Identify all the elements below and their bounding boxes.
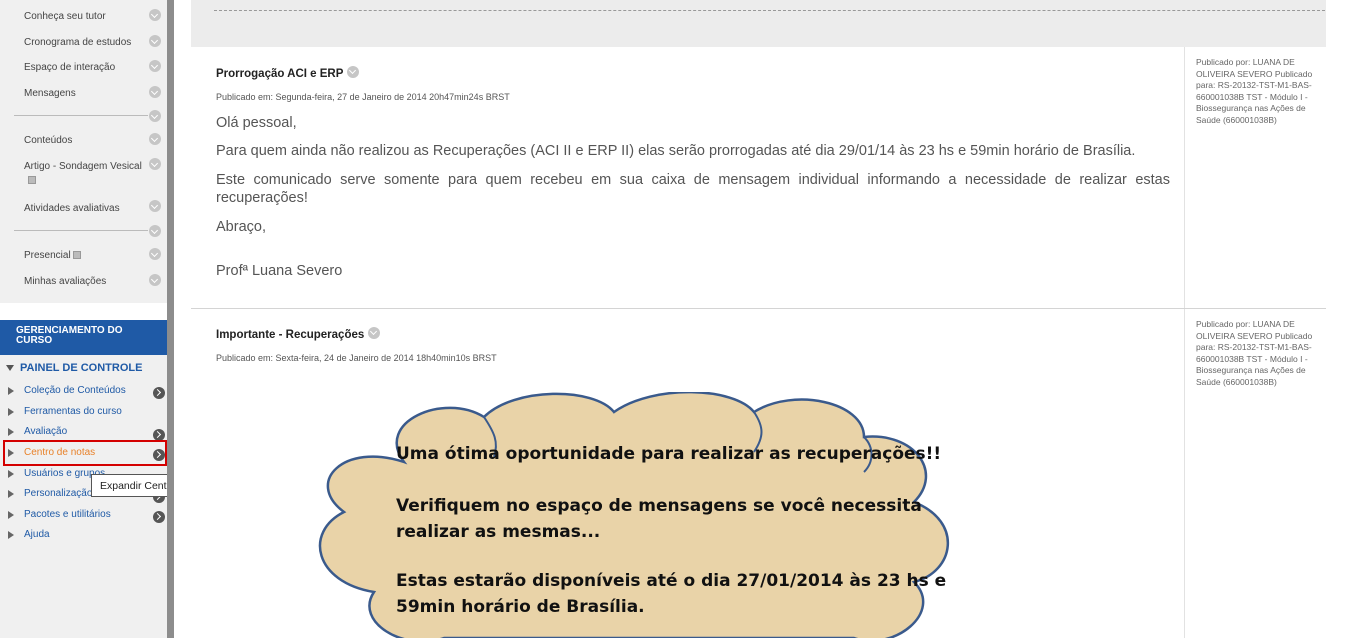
cloud-text-line: realizar as mesmas... <box>396 522 601 542</box>
unavailable-icon <box>28 176 36 184</box>
announcements-area: Prorrogação ACI e ERP Publicado em: Segu… <box>174 0 1350 638</box>
caret-right-icon[interactable] <box>8 511 14 519</box>
expand-arrow-icon[interactable] <box>153 387 165 399</box>
cp-item-colecao[interactable]: Coleção de Conteúdos <box>24 385 126 396</box>
menu-divider <box>14 230 148 231</box>
chevron-down-icon[interactable] <box>149 158 161 170</box>
cp-item-pacotes[interactable]: Pacotes e utilitários <box>24 509 111 520</box>
caret-down-icon[interactable] <box>6 365 14 371</box>
chevron-down-icon[interactable] <box>149 225 161 237</box>
menu-item-cronograma[interactable]: Cronograma de estudos <box>24 36 152 49</box>
post-paragraph: Abraço, <box>216 219 266 235</box>
caret-right-icon[interactable] <box>8 408 14 416</box>
cp-item-avaliacao[interactable]: Avaliação <box>24 426 67 437</box>
post-title-text: Importante - Recuperações <box>216 329 365 341</box>
chevron-down-icon[interactable] <box>347 66 360 78</box>
chevron-down-icon[interactable] <box>149 274 161 286</box>
post-meta: Publicado por: LUANA DE OLIVEIRA SEVERO … <box>1196 319 1313 387</box>
menu-divider <box>14 115 148 116</box>
chevron-down-icon[interactable] <box>149 110 161 122</box>
caret-right-icon[interactable] <box>8 490 14 498</box>
post-meta: Publicado por: LUANA DE OLIVEIRA SEVERO … <box>1196 57 1313 125</box>
chevron-down-icon[interactable] <box>149 200 161 212</box>
cloud-text-line: Estas estarão disponíveis até o dia 27/0… <box>396 571 947 591</box>
sidebar-splitter[interactable] <box>167 0 174 638</box>
menu-item-label: Presencial <box>24 250 71 261</box>
unavailable-icon <box>72 251 81 260</box>
menu-item-artigo[interactable]: Artigo - Sondagem Vesical <box>24 160 150 173</box>
chevron-down-icon[interactable] <box>368 327 381 339</box>
menu-item-atividades[interactable]: Atividades avaliativas <box>24 202 152 215</box>
highlight-box <box>3 440 167 466</box>
chevron-down-icon[interactable] <box>149 248 161 260</box>
caret-right-icon[interactable] <box>8 387 14 395</box>
course-sidebar: Conheça seu tutor Cronograma de estudos … <box>0 0 241 638</box>
chevron-down-icon[interactable] <box>149 60 161 72</box>
cp-item-ferramentas[interactable]: Ferramentas do curso <box>24 406 122 417</box>
chevron-down-icon[interactable] <box>149 9 161 21</box>
menu-item-tutor[interactable]: Conheça seu tutor <box>24 10 152 23</box>
meta-column-divider <box>1184 47 1185 308</box>
post-title[interactable]: Prorrogação ACI e ERP <box>216 66 360 80</box>
post-paragraph: Para quem ainda não realizou as Recupera… <box>216 143 1136 159</box>
menu-item-conteudos[interactable]: Conteúdos <box>24 134 152 147</box>
caret-right-icon[interactable] <box>8 470 14 478</box>
caret-right-icon[interactable] <box>8 531 14 539</box>
post-paragraph: Profª Luana Severo <box>216 263 343 279</box>
post-title[interactable]: Importante - Recuperações <box>216 327 381 341</box>
post-paragraph: Olá pessoal, <box>216 115 297 131</box>
expand-arrow-icon[interactable] <box>153 511 165 523</box>
post-date: Publicado em: Segunda-feira, 27 de Janei… <box>216 92 510 102</box>
caret-right-icon[interactable] <box>8 428 14 436</box>
menu-item-mensagens[interactable]: Mensagens <box>24 87 152 100</box>
control-panel-title[interactable]: PAINEL DE CONTROLE <box>20 362 142 374</box>
menu-item-presencial[interactable]: Presencial <box>24 249 81 262</box>
chevron-down-icon[interactable] <box>149 133 161 145</box>
dashed-divider <box>214 10 1325 11</box>
menu-item-espaco-interacao[interactable]: Espaço de interação <box>24 61 152 74</box>
chevron-down-icon[interactable] <box>149 35 161 47</box>
course-menu: Conheça seu tutor Cronograma de estudos … <box>0 0 167 303</box>
post-separator <box>191 308 1326 309</box>
cp-item-ajuda[interactable]: Ajuda <box>24 529 50 540</box>
cloud-text-line: 59min horário de Brasília. <box>396 597 645 617</box>
post-title-text: Prorrogação ACI e ERP <box>216 68 344 80</box>
cloud-text-line: Verifiquem no espaço de mensagens se voc… <box>396 496 922 516</box>
sidebar-gap <box>0 303 167 320</box>
post-date: Publicado em: Sexta-feira, 24 de Janeiro… <box>216 353 497 363</box>
chevron-down-icon[interactable] <box>149 86 161 98</box>
cp-item-personalizacao[interactable]: Personalização <box>24 488 92 499</box>
meta-column-divider <box>1184 308 1185 638</box>
post-paragraph: Este comunicado serve somente para quem … <box>216 172 1170 206</box>
previous-post-footer <box>191 0 1326 47</box>
menu-item-minhas-avaliacoes[interactable]: Minhas avaliações <box>24 275 152 288</box>
course-management-header: GERENCIAMENTO DO CURSO <box>0 320 167 355</box>
cloud-text-line: Uma ótima oportunidade para realizar as … <box>396 444 942 464</box>
